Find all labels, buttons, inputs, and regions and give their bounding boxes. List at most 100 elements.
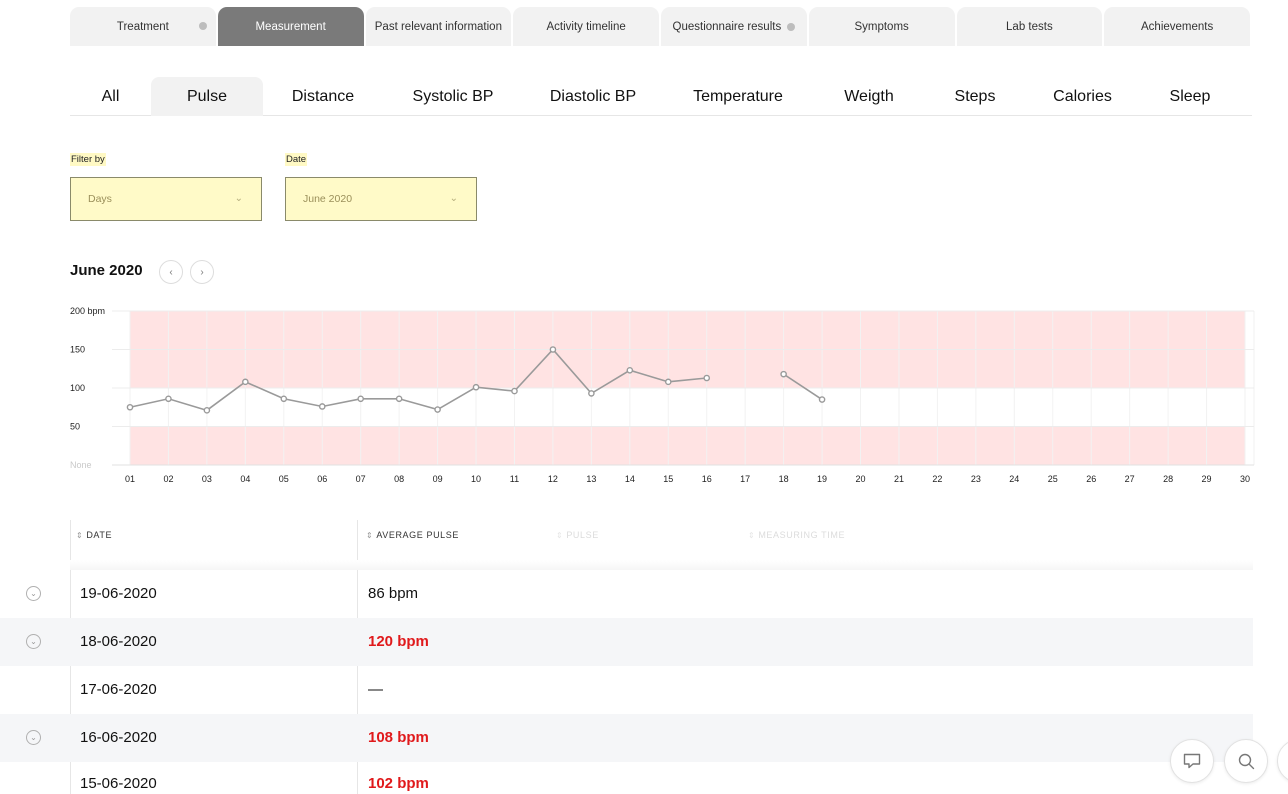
header-pulse[interactable]: ⇕ PULSE [556,530,599,540]
search-icon [1238,753,1254,769]
x-tick-label: 13 [586,474,596,484]
section-tabs: Treatment Measurement Past relevant info… [70,7,1250,46]
sort-icon: ⇕ [748,530,756,540]
chevron-right-icon: › [200,266,204,278]
x-tick-label: 10 [471,474,481,484]
y-tick-label: 200 bpm [70,306,105,316]
data-point [818,396,826,403]
header-label: DATE [86,530,113,540]
sort-icon: ⇕ [556,530,564,540]
x-tick-label: 07 [356,474,366,484]
prev-month-button[interactable]: ‹ [159,260,183,284]
table-row[interactable]: 15-06-2020 102 bpm [0,762,1253,794]
next-month-button[interactable]: › [190,260,214,284]
tab-measurement[interactable]: Measurement [217,7,364,46]
x-tick-label: 30 [1240,474,1250,484]
data-point [165,395,172,403]
header-label: MEASURING TIME [758,530,846,540]
date-label: Date [285,153,308,166]
chevron-down-icon: ⌄ [234,193,243,204]
subtab-label: Pulse [186,87,228,105]
subtab-systolic-bp[interactable]: Systolic BP [383,77,523,116]
tab-label: Questionnaire results [672,20,782,33]
row-date: 19-06-2020 [80,585,157,602]
subtab-distance[interactable]: Distance [263,77,383,116]
x-tick-label: 21 [894,474,904,484]
subtab-all[interactable]: All [70,77,151,116]
header-separator [70,560,1253,570]
month-title: June 2020 [70,262,143,279]
tab-symptoms[interactable]: Symptoms [808,7,955,46]
pulse-chart: None 50 100 150 200 bpm 01 02 03 04 05 06 07 08 09 10 1… [70,306,1255,484]
subtab-sleep[interactable]: Sleep [1140,77,1240,116]
x-tick-label: 22 [932,474,942,484]
data-point [318,403,326,410]
tab-label: Achievements [1141,20,1214,33]
tab-lab-tests[interactable]: Lab tests [956,7,1103,46]
x-tick-label: 01 [125,474,135,484]
data-point [549,346,557,353]
x-tick-label: 17 [740,474,750,484]
data-point [203,407,211,414]
subtab-label: Steps [954,87,996,105]
tab-past-relevant-information[interactable]: Past relevant information [365,7,512,46]
row-average-pulse: 120 bpm [368,633,429,650]
row-average-pulse: 86 bpm [368,585,419,602]
tab-label: Past relevant information [374,20,502,33]
header-label: AVERAGE PULSE [376,530,459,540]
tab-activity-timeline[interactable]: Activity timeline [513,7,659,46]
expand-icon[interactable]: ⌄ [26,730,41,745]
filter-by-select[interactable]: Days ⌄ [70,177,262,221]
subtab-steps[interactable]: Steps [925,77,1025,116]
tab-achievements[interactable]: Achievements [1104,7,1250,46]
subtab-calories[interactable]: Calories [1025,77,1140,116]
x-tick-label: 26 [1086,474,1096,484]
table-row[interactable]: ⌄ 18-06-2020 120 bpm [0,618,1253,666]
notification-dot [787,22,796,31]
row-average-pulse: — [368,681,383,698]
subtab-pulse[interactable]: Pulse [151,77,263,116]
filter-by-value: Days [88,193,112,205]
header-measuring-time[interactable]: ⇕ MEASURING TIME [748,530,845,540]
more-button[interactable] [1277,739,1288,783]
measurement-tabs: All Pulse Distance Systolic BP Diastolic… [70,77,1252,116]
expand-icon[interactable]: ⌄ [26,586,41,601]
chat-button[interactable] [1170,739,1214,783]
y-tick-label: 100 [70,383,85,393]
subtab-label: Temperature [693,87,783,105]
tab-treatment[interactable]: Treatment [70,7,216,46]
row-average-pulse: 102 bpm [368,775,429,792]
chevron-down-icon: ⌄ [449,193,458,204]
table-row[interactable]: 17-06-2020 — [0,666,1253,714]
x-tick-label: 19 [817,474,827,484]
x-tick-label: 29 [1202,474,1212,484]
subtab-diastolic-bp[interactable]: Diastolic BP [523,77,663,116]
data-point [626,366,634,374]
expand-icon[interactable]: ⌄ [26,634,41,649]
x-tick-label: 05 [279,474,289,484]
tab-questionnaire-results[interactable]: Questionnaire results [661,7,807,46]
row-date: 16-06-2020 [80,729,157,746]
sort-icon: ⇕ [76,530,84,540]
sort-icon: ⇕ [366,530,374,540]
table-row[interactable]: ⌄ 19-06-2020 86 bpm [0,570,1253,618]
x-tick-label: 03 [202,474,212,484]
notification-dot [198,22,207,30]
chevron-left-icon: ‹ [169,266,173,278]
x-tick-label: 24 [1009,474,1019,484]
subtab-label: Distance [291,87,355,105]
row-date: 18-06-2020 [80,633,157,650]
header-average-pulse[interactable]: ⇕ AVERAGE PULSE [366,530,459,540]
x-tick-label: 11 [510,474,519,484]
tab-label: Lab tests [1006,20,1053,33]
search-button[interactable] [1224,739,1268,783]
data-point [242,378,249,386]
table-row[interactable]: ⌄ 16-06-2020 108 bpm [0,714,1253,762]
tab-label: Activity timeline [546,20,626,33]
x-tick-label: 16 [702,474,712,484]
subtab-temperature[interactable]: Temperature [663,77,813,116]
x-tick-label: 06 [317,474,327,484]
date-select[interactable]: June 2020 ⌄ [285,177,477,221]
header-date[interactable]: ⇕ DATE [76,530,112,540]
subtab-weigth[interactable]: Weigth [813,77,925,116]
